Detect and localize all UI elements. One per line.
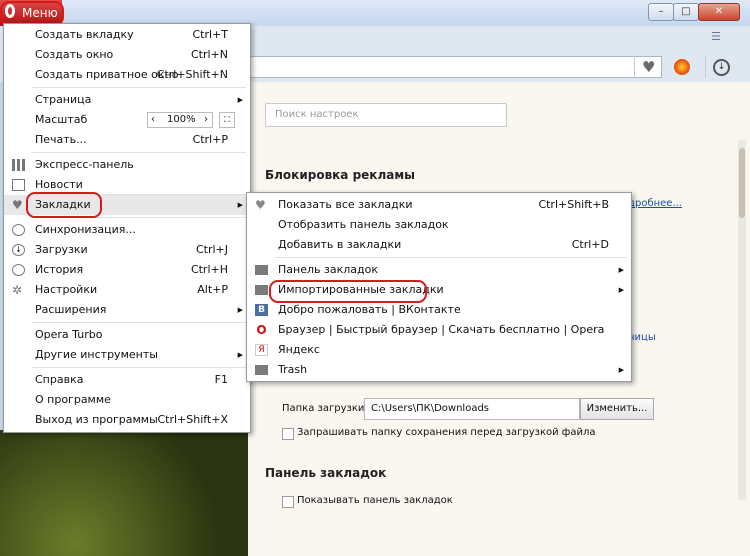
menu-item-new-window[interactable]: Создать окно Ctrl+N — [4, 45, 250, 65]
ask-folder-label: Запрашивать папку сохранения перед загру… — [297, 427, 596, 438]
chevron-right-icon: ▶ — [237, 96, 243, 104]
folder-icon — [255, 265, 268, 275]
menu-item-new-tab[interactable]: Создать вкладку Ctrl+T — [4, 25, 250, 45]
zoom-control: ‹ 100% › — [147, 112, 213, 128]
gear-icon: ✲ — [12, 283, 23, 297]
imported-item-highlight — [269, 280, 427, 303]
submenu-item-vk[interactable]: В Добро пожаловать | ВКонтакте — [247, 300, 631, 320]
bookmarks-item-highlight — [26, 192, 102, 218]
menu-item-downloads[interactable]: ↓ Загрузки Ctrl+J — [4, 240, 250, 260]
speed-dial-icon — [12, 159, 25, 171]
fragment-link[interactable]: ницы — [628, 332, 656, 343]
separator — [32, 322, 246, 323]
submenu-item-opera[interactable]: O Браузер | Быстрый браузер | Скачать бес… — [247, 320, 631, 340]
bookmarks-panel-heading: Панель закладок — [265, 466, 387, 480]
opera-icon: O — [256, 323, 267, 337]
settings-search-input[interactable]: Поиск настроек — [265, 103, 507, 127]
separator — [32, 87, 246, 88]
change-folder-button[interactable]: Изменить... — [580, 398, 654, 420]
menu-item-page[interactable]: Страница ▶ — [4, 90, 250, 110]
sync-icon — [12, 224, 25, 236]
submenu-item-add[interactable]: Добавить в закладки Ctrl+D — [247, 235, 631, 255]
menu-item-opera-turbo[interactable]: Opera Turbo — [4, 325, 250, 345]
chevron-right-icon: ▶ — [618, 286, 624, 294]
separator — [32, 152, 246, 153]
news-icon — [12, 179, 25, 191]
chevron-right-icon: ▶ — [237, 351, 243, 359]
submenu-item-show-all[interactable]: ♥ Показать все закладки Ctrl+Shift+B — [247, 195, 631, 215]
separator — [32, 367, 246, 368]
chevron-right-icon: ▶ — [618, 366, 624, 374]
yandex-icon: Я — [255, 344, 268, 356]
vk-icon: В — [255, 304, 268, 316]
flame-icon — [674, 59, 690, 75]
download-folder-label: Папка загрузки: — [282, 403, 368, 414]
menu-item-other-tools[interactable]: Другие инструменты ▶ — [4, 345, 250, 365]
menu-item-extensions[interactable]: Расширения ▶ — [4, 300, 250, 320]
menu-item-private-window[interactable]: Создать приватное окно Ctrl+Shift+N — [4, 65, 250, 85]
show-bookmarks-panel-checkbox[interactable] — [282, 496, 294, 508]
downloads-toolbar-button[interactable]: ↓ — [705, 56, 736, 78]
address-bar[interactable] — [250, 56, 662, 78]
submenu-item-panel[interactable]: Панель закладок ▶ — [247, 260, 631, 280]
extension-button[interactable] — [668, 56, 696, 78]
show-bookmarks-panel-label: Показывать панель закладок — [297, 495, 453, 506]
separator — [275, 257, 627, 258]
zoom-out-button[interactable]: ‹ — [151, 110, 155, 130]
zoom-value: 100% — [167, 114, 196, 125]
chevron-right-icon: ▶ — [237, 306, 243, 314]
main-menu: Создать вкладку Ctrl+T Создать окно Ctrl+N… — [3, 23, 251, 433]
menu-item-speed-dial[interactable]: Экспресс-панель — [4, 155, 250, 175]
folder-icon — [255, 285, 268, 295]
scrollbar-thumb[interactable] — [739, 148, 745, 218]
download-icon: ↓ — [12, 244, 25, 256]
submenu-item-yandex[interactable]: Я Яндекс — [247, 340, 631, 360]
adblock-heading: Блокировка рекламы — [265, 168, 415, 182]
heart-icon: ♥ — [255, 198, 266, 212]
chevron-right-icon: ▶ — [618, 266, 624, 274]
folder-icon — [255, 365, 268, 375]
stash-icon[interactable]: ☰ — [711, 30, 721, 43]
close-button[interactable]: ✕ — [698, 3, 740, 21]
clock-icon — [12, 264, 25, 276]
heart-icon: ♥ — [642, 58, 656, 76]
minimize-button[interactable]: – — [648, 3, 674, 21]
menu-item-sync[interactable]: Синхронизация... — [4, 220, 250, 240]
zoom-in-button[interactable]: › — [204, 110, 208, 130]
heart-icon: ♥ — [12, 198, 23, 212]
menu-item-print[interactable]: Печать... Ctrl+P — [4, 130, 250, 150]
maximize-button[interactable]: □ — [673, 3, 699, 21]
menu-item-about[interactable]: О программе — [4, 390, 250, 410]
download-icon: ↓ — [713, 59, 730, 76]
menu-item-exit[interactable]: Выход из программы Ctrl+Shift+X — [4, 410, 250, 430]
menu-item-settings[interactable]: ✲ Настройки Alt+P — [4, 280, 250, 300]
submenu-item-trash[interactable]: Trash ▶ — [247, 360, 631, 380]
fullscreen-button[interactable]: ⛶ — [219, 112, 235, 128]
menu-item-zoom: Масштаб ‹ 100% › ⛶ — [4, 110, 250, 130]
chevron-right-icon: ▶ — [237, 201, 243, 209]
menu-item-help[interactable]: Справка F1 — [4, 370, 250, 390]
download-path-input[interactable]: C:\Users\ПК\Downloads — [364, 398, 580, 420]
bookmark-heart-button[interactable]: ♥ — [634, 56, 663, 78]
submenu-item-show-panel[interactable]: Отобразить панель закладок — [247, 215, 631, 235]
background-image — [0, 430, 248, 556]
ask-folder-checkbox[interactable] — [282, 428, 294, 440]
menu-item-history[interactable]: История Ctrl+H — [4, 260, 250, 280]
